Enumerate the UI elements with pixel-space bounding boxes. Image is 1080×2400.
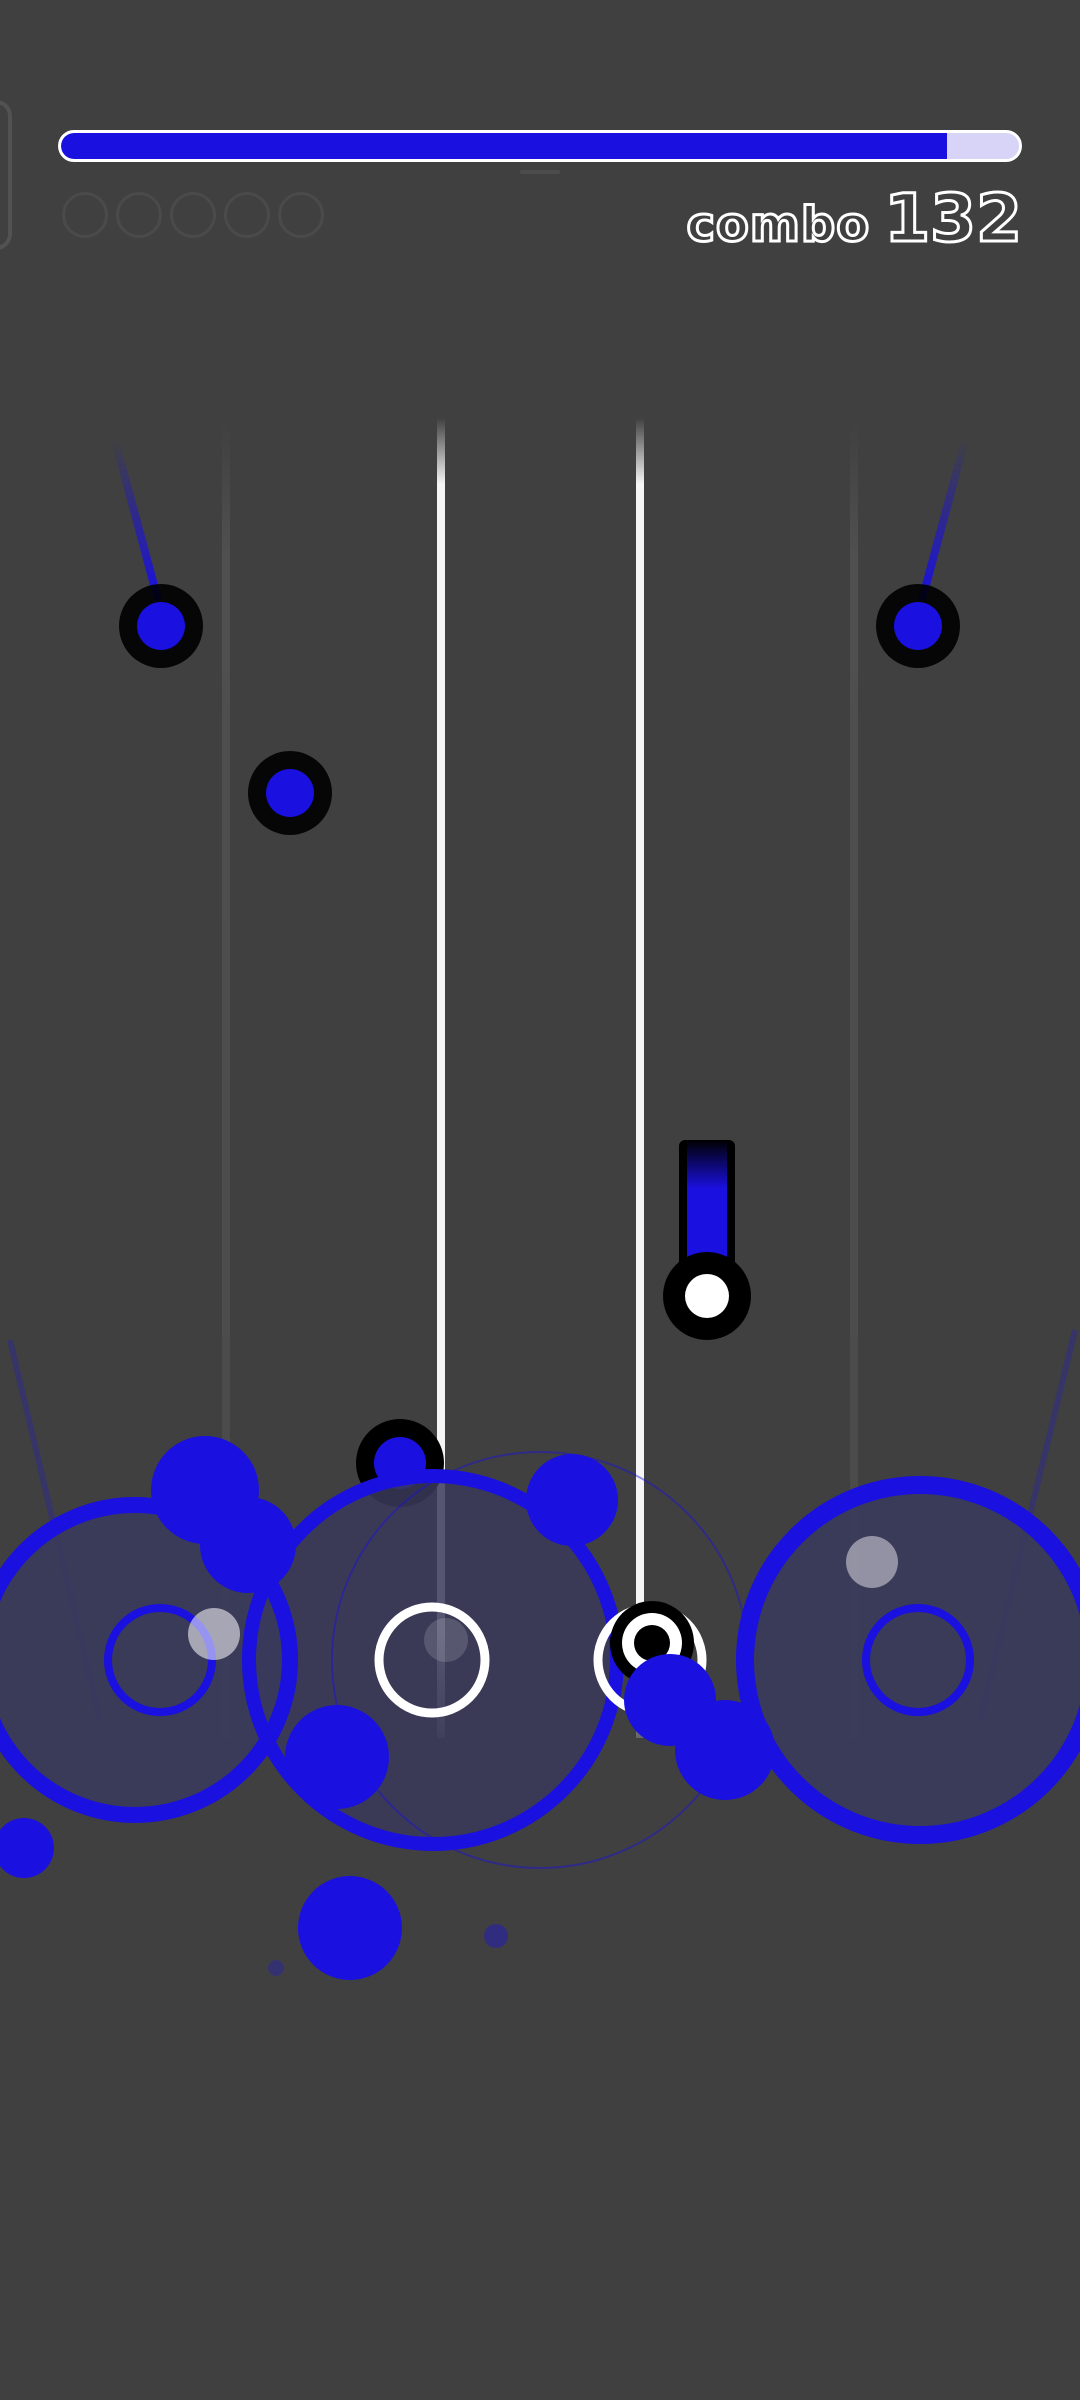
note-trail-right [918, 438, 969, 602]
song-progress-bar [58, 130, 1022, 162]
combo-value: 132 [883, 179, 1024, 259]
pause-icon[interactable] [0, 100, 12, 250]
tap-note[interactable] [119, 584, 203, 668]
judgement-dot-icon [116, 192, 162, 238]
game-playfield[interactable] [0, 0, 1080, 2400]
combo-label: combo [685, 196, 871, 255]
judgement-dot-icon [224, 192, 270, 238]
hold-note[interactable] [663, 1140, 751, 1340]
combo-counter: combo 132 [685, 179, 1024, 260]
judgement-dot-icon [170, 192, 216, 238]
song-progress-fill [61, 133, 948, 159]
note-trail-left [111, 438, 162, 602]
lane-line-3 [636, 418, 644, 1738]
progress-notch [520, 170, 560, 174]
tap-note[interactable] [876, 584, 960, 668]
judgement-dot-icon [278, 192, 324, 238]
judgement-dots [62, 192, 324, 238]
judgement-dot-icon [62, 192, 108, 238]
tap-note[interactable] [248, 751, 332, 835]
